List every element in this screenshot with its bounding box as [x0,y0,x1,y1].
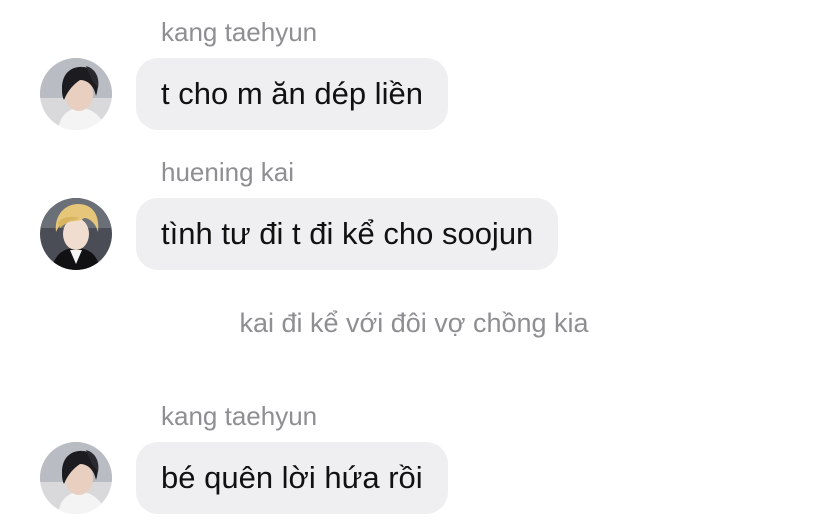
sender-name: huening kai [161,157,294,187]
message-bubble[interactable]: t cho m ăn dép liền [136,58,448,130]
message-text: bé quên lời hứa rồi [161,460,423,495]
message-bubble[interactable]: tình tư đi t đi kể cho soojun [136,198,559,270]
message-bubble[interactable]: bé quên lời hứa rồi [136,442,448,514]
avatar[interactable] [40,198,112,270]
chat-thread: kang taehyun t cho m ăn dép liền huening… [0,0,828,530]
avatar[interactable] [40,442,112,514]
sender-name: kang taehyun [161,401,318,431]
profile-photo-blond-hair-icon [40,198,112,270]
sender-name: kang taehyun [161,17,318,47]
profile-photo-dark-hair-icon [40,442,112,514]
message-text: t cho m ăn dép liền [161,76,423,111]
profile-photo-dark-hair-icon [40,58,112,130]
system-note: kai đi kể với đôi vợ chồng kia [239,308,589,338]
avatar[interactable] [40,58,112,130]
message-text: tình tư đi t đi kể cho soojun [161,216,534,251]
